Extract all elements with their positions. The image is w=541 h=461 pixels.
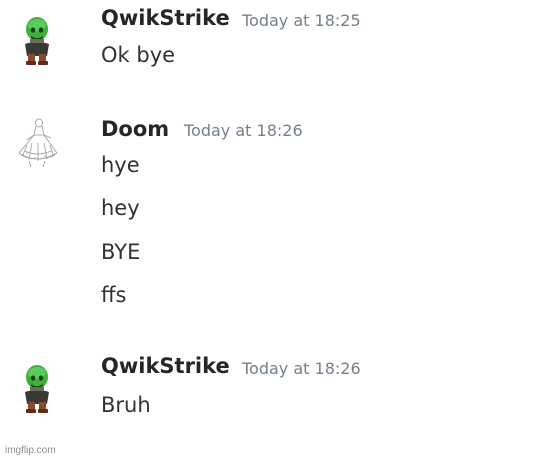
message-text: Bruh: [101, 393, 151, 417]
message-text: ffs: [101, 283, 127, 307]
message-text: Ok bye: [101, 43, 176, 67]
watermark: imgflip.com: [5, 445, 56, 456]
message-text: BYE: [101, 240, 141, 264]
message-author[interactable]: QwikStrike: [101, 8, 230, 29]
message-text: hye: [101, 153, 140, 177]
message-author[interactable]: Doom: [101, 119, 169, 140]
green-masked-figure-avatar-icon[interactable]: [7, 10, 67, 70]
message-timestamp: Today at 18:25: [242, 11, 361, 30]
message-timestamp: Today at 18:26: [242, 359, 361, 378]
sketch-figure-avatar-icon[interactable]: [7, 113, 67, 173]
message-timestamp: Today at 18:26: [184, 121, 303, 140]
message-text: hey: [101, 196, 140, 220]
message-author[interactable]: QwikStrike: [101, 356, 230, 377]
green-masked-figure-avatar-icon[interactable]: [7, 358, 67, 418]
